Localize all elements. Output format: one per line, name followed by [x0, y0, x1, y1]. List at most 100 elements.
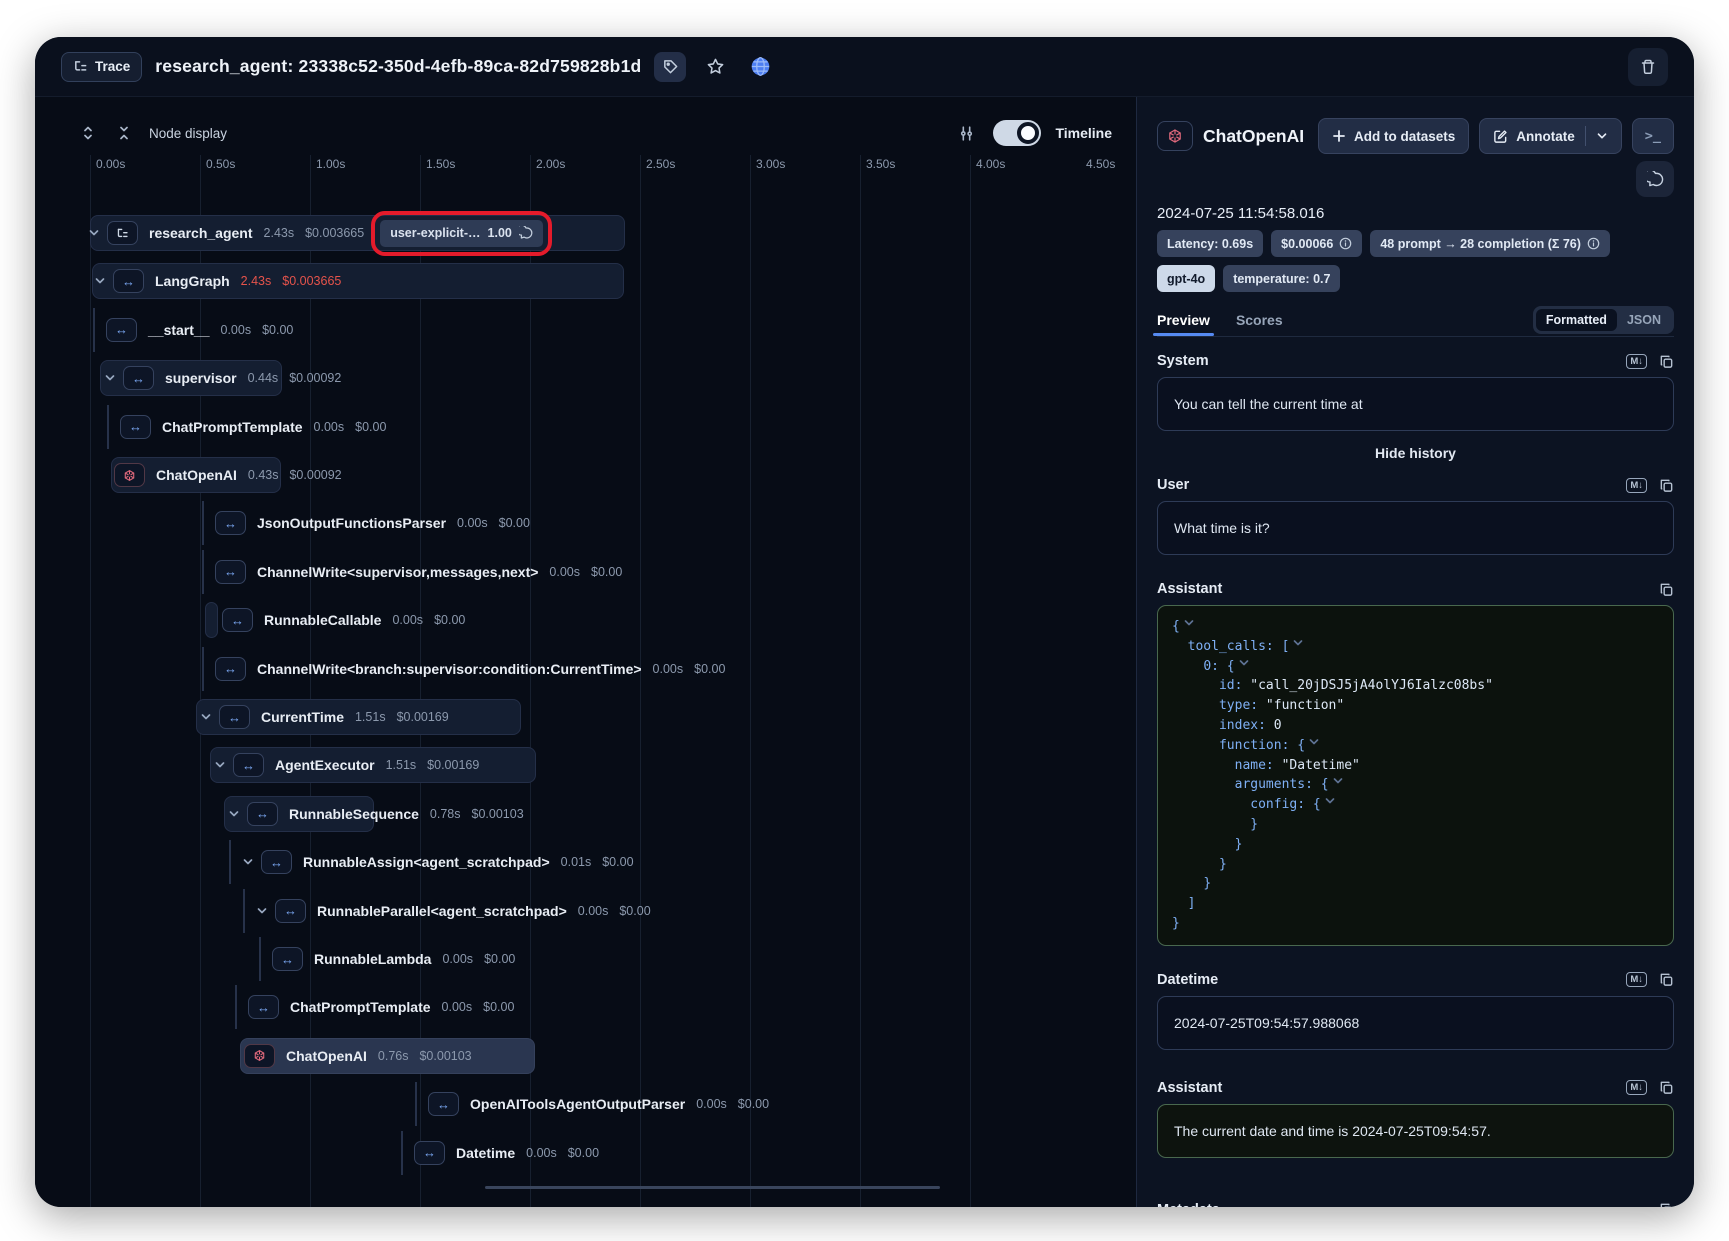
node-duration: 0.76s	[378, 1049, 409, 1063]
node-name: __start__	[148, 322, 210, 338]
collapse-chevron[interactable]	[214, 759, 226, 771]
tree-row[interactable]: ↔RunnableCallable0.00s$0.00	[35, 596, 1136, 644]
tree-row[interactable]: ↔ChannelWrite<branch:supervisor:conditio…	[35, 645, 1136, 693]
markdown-toggle-icon[interactable]: M↓	[1626, 972, 1647, 987]
node-name: research_agent	[149, 225, 253, 241]
tree-row[interactable]: ↔ChatPromptTemplate0.00s$0.00	[35, 983, 1136, 1031]
tree-row[interactable]: ↔RunnableAssign<agent_scratchpad>0.01s$0…	[35, 838, 1136, 886]
node-cost: $0.00169	[427, 758, 479, 772]
add-to-datasets-button[interactable]: Add to datasets	[1318, 118, 1469, 154]
feedback-key: user-explicit-…	[390, 226, 480, 240]
delete-button[interactable]	[1628, 48, 1668, 86]
tree-row[interactable]: research_agent2.43s$0.003665user-explici…	[35, 209, 1136, 257]
node-cost: $0.00	[591, 565, 622, 579]
tag-button[interactable]	[654, 52, 686, 82]
trace-window: Trace research_agent: 23338c52-350d-4efb…	[35, 37, 1694, 1207]
tree-row[interactable]: ↔ChannelWrite<supervisor,messages,next>0…	[35, 548, 1136, 596]
tab-preview[interactable]: Preview	[1157, 312, 1210, 336]
node-duration: 2.43s	[241, 274, 272, 288]
code-line: {	[1172, 617, 1659, 637]
node-name: RunnableSequence	[289, 806, 419, 822]
node-duration: 0.01s	[561, 855, 592, 869]
node-name: LangGraph	[155, 273, 230, 289]
node-cost: $0.003665	[282, 274, 341, 288]
tree-row[interactable]: ↔CurrentTime1.51s$0.00169	[35, 693, 1136, 741]
tree-row[interactable]: ↔ LangGraph 2.43s $0.003665	[35, 257, 1136, 305]
star-button[interactable]	[699, 52, 731, 82]
format-option-formatted[interactable]: Formatted	[1536, 309, 1617, 331]
share-globe-icon[interactable]	[744, 52, 776, 82]
code-line: id: "call_20jDSJ5jA4olYJ6Ialzc08bs"	[1172, 676, 1659, 696]
collapse-chevron[interactable]	[242, 856, 254, 868]
markdown-toggle-icon[interactable]: M↓	[1626, 478, 1647, 493]
assistant-final-message: The current date and time is 2024-07-25T…	[1157, 1104, 1674, 1158]
runnable-icon: ↔	[414, 1141, 445, 1165]
runnable-icon: ↔	[106, 318, 137, 342]
runnable-icon: ↔	[113, 269, 144, 293]
info-icon	[1339, 237, 1352, 250]
tree-row[interactable]: ↔RunnableParallel<agent_scratchpad>0.00s…	[35, 887, 1136, 935]
tree-row[interactable]: ↔supervisor0.44s$0.00092	[35, 354, 1136, 402]
stat-badge: $0.00066	[1271, 230, 1362, 257]
tree-row[interactable]: ↔RunnableSequence0.78s$0.00103	[35, 790, 1136, 838]
markdown-toggle-icon[interactable]: M↓	[1626, 1080, 1647, 1095]
feedback-chip[interactable]: user-explicit-…1.00	[380, 220, 543, 247]
copy-icon[interactable]	[1659, 354, 1674, 369]
node-name: ChatOpenAI	[286, 1048, 367, 1064]
node-duration: 0.00s	[442, 1000, 473, 1014]
format-option-json[interactable]: JSON	[1617, 309, 1671, 331]
tab-scores[interactable]: Scores	[1236, 312, 1283, 336]
stat-badge: 48 prompt → 28 completion (Σ 76)	[1370, 230, 1610, 257]
format-toggle: FormattedJSON	[1533, 306, 1674, 334]
plus-icon	[1332, 129, 1346, 143]
tree-row[interactable]: ↔AgentExecutor1.51s$0.00169	[35, 741, 1136, 789]
datetime-label: Datetime	[1157, 972, 1218, 988]
collapse-chevron[interactable]	[88, 227, 100, 239]
star-icon	[706, 57, 725, 76]
comment-button[interactable]	[1636, 161, 1674, 197]
metadata-section-header: Metadata	[1157, 1202, 1674, 1207]
node-duration: 0.00s	[653, 662, 684, 676]
copy-icon[interactable]	[1659, 582, 1674, 597]
trace-tree-panel: Node display Timeline 0.00s0.50s1.00s1.5…	[35, 97, 1136, 1207]
tree-row[interactable]: ↔ChatPromptTemplate0.00s$0.00	[35, 403, 1136, 451]
tree-row[interactable]: ↔RunnableLambda0.00s$0.00	[35, 935, 1136, 983]
node-cost: $0.003665	[305, 226, 364, 240]
display-settings-button[interactable]	[953, 120, 979, 146]
playground-button[interactable]: >_	[1632, 118, 1674, 154]
copy-icon[interactable]	[1659, 1080, 1674, 1095]
collapse-chevron[interactable]	[94, 275, 106, 287]
run-header: ChatOpenAI Add to datasets Annotate >_	[1157, 117, 1674, 155]
collapse-chevron[interactable]	[200, 711, 212, 723]
code-line: }	[1172, 835, 1659, 855]
code-line: }	[1172, 914, 1659, 934]
trace-type-chip: Trace	[61, 52, 142, 82]
run-timestamp: 2024-07-25 11:54:58.016	[1157, 205, 1674, 222]
node-name: OpenAIToolsAgentOutputParser	[470, 1096, 685, 1112]
node-duration: 1.51s	[386, 758, 417, 772]
hide-history-button[interactable]: Hide history	[1157, 445, 1674, 461]
collapse-chevron[interactable]	[104, 372, 116, 384]
datetime-section-header: Datetime M↓	[1157, 972, 1674, 988]
tree-row[interactable]: ↔Datetime0.00s$0.00	[35, 1129, 1136, 1177]
copy-icon[interactable]	[1659, 1202, 1674, 1207]
timeline-toggle[interactable]	[993, 120, 1041, 146]
node-duration: 0.78s	[430, 807, 461, 821]
tree-row[interactable]: ChatOpenAI0.43s$0.00092	[35, 451, 1136, 499]
node-cost: $0.00	[738, 1097, 769, 1111]
chevron-down-icon[interactable]	[1596, 130, 1608, 142]
markdown-toggle-icon[interactable]: M↓	[1626, 354, 1647, 369]
trace-tree-icon	[73, 59, 88, 74]
collapse-chevron[interactable]	[256, 905, 268, 917]
copy-icon[interactable]	[1659, 972, 1674, 987]
tree-row[interactable]: ↔__start__0.00s$0.00	[35, 306, 1136, 354]
node-cost: $0.00103	[472, 807, 524, 821]
collapse-all-button[interactable]	[111, 120, 137, 146]
expand-all-button[interactable]	[75, 120, 101, 146]
copy-icon[interactable]	[1659, 478, 1674, 493]
tree-row[interactable]: ↔OpenAIToolsAgentOutputParser0.00s$0.00	[35, 1080, 1136, 1128]
tree-row[interactable]: ChatOpenAI0.76s$0.00103	[35, 1032, 1136, 1080]
collapse-chevron[interactable]	[228, 808, 240, 820]
annotate-button[interactable]: Annotate	[1479, 118, 1622, 154]
tree-row[interactable]: ↔JsonOutputFunctionsParser0.00s$0.00	[35, 499, 1136, 547]
